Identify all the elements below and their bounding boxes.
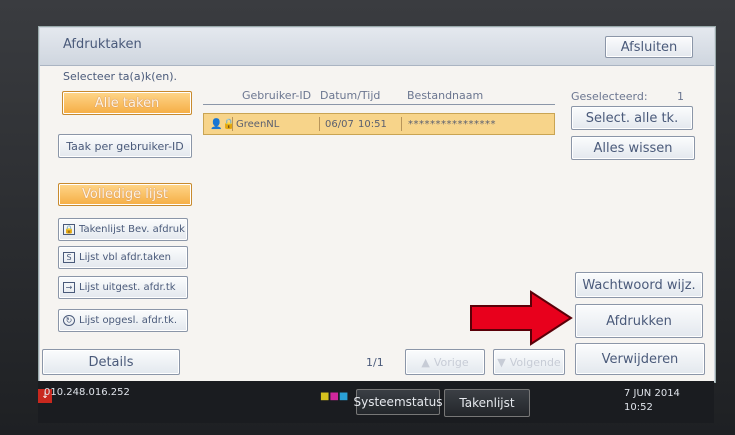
delayed-print-label: Lijst uitgest. afdr.tk — [79, 282, 176, 293]
page-indicator: 1/1 — [366, 356, 384, 369]
cell-date: 06/07 — [325, 119, 354, 130]
cell-divider — [319, 117, 320, 131]
full-list-button[interactable]: Volledige lijst — [58, 183, 192, 206]
clear-all-button[interactable]: Alles wissen — [571, 136, 695, 160]
window-title: Afdruktaken — [63, 37, 142, 52]
system-status-button[interactable]: Systeemstatus — [354, 389, 443, 415]
column-header-datetime: Datum/Tijd — [320, 89, 381, 102]
touch-screen: Afdruktaken Afsluiten Selecteer ta(a)k(e… — [38, 26, 716, 383]
triangle-down-icon: ▼ — [497, 355, 506, 369]
table-row[interactable]: 👤🔒 GreenNL 06/07 10:51 **************** — [203, 113, 555, 135]
details-button[interactable]: Details — [42, 349, 180, 375]
per-user-button[interactable]: Taak per gebruiker-ID — [58, 134, 192, 158]
change-password-button[interactable]: Wachtwoord wijz. — [575, 272, 703, 298]
secure-print-list-button[interactable]: 🔒 Takenlijst Bev. afdruk — [58, 218, 188, 241]
selected-label: Geselecteerd: — [571, 90, 648, 103]
stored-print-label: Lijst opgesl. afdr.tk. — [79, 315, 178, 326]
hold-print-label: Lijst vbl afdr.taken — [79, 252, 172, 263]
job-list-button[interactable]: Takenlijst — [444, 389, 530, 417]
selected-count: 1 — [677, 90, 684, 103]
status-date: 7 JUN 2014 — [624, 388, 680, 399]
delayed-print-list-button[interactable]: → Lijst uitgest. afdr.tk — [58, 276, 188, 299]
prev-page-label: Vorige — [433, 355, 469, 369]
cell-divider — [401, 117, 402, 131]
status-bar: ↓ 010.248.016.252 ■■■ Systeemstatus Take… — [38, 381, 714, 423]
triangle-up-icon: ▲ — [421, 355, 430, 369]
stored-print-list-button[interactable]: ↻ Lijst opgesl. afdr.tk. — [58, 309, 188, 332]
print-button[interactable]: Afdrukken — [575, 304, 703, 338]
hold-icon: S — [63, 252, 75, 263]
status-time: 10:52 — [624, 402, 653, 413]
column-header-user: Gebruiker-ID — [242, 89, 312, 102]
cell-user: GreenNL — [236, 119, 280, 130]
cell-filename: **************** — [408, 119, 496, 130]
cell-divider — [232, 117, 233, 131]
cell-time: 10:51 — [358, 119, 387, 130]
next-page-label: Volgende — [509, 355, 561, 369]
lock-icon: 🔒 — [63, 224, 75, 235]
delete-button[interactable]: Verwijderen — [575, 343, 705, 375]
prev-page-button[interactable]: ▲ Vorige — [405, 349, 485, 375]
prompt-text: Selecteer ta(a)k(en). — [63, 70, 178, 83]
red-arrow-annotation — [470, 290, 573, 346]
toner-levels-icon: ■■■ — [320, 391, 349, 402]
all-jobs-button[interactable]: Alle taken — [62, 91, 192, 115]
ip-address: 010.248.016.252 — [44, 387, 130, 398]
stored-icon: ↻ — [63, 315, 75, 326]
delayed-icon: → — [63, 282, 75, 293]
select-all-button[interactable]: Select. alle tk. — [571, 106, 693, 130]
secure-print-label: Takenlijst Bev. afdruk — [79, 224, 185, 235]
table-header-divider — [203, 104, 555, 105]
close-button[interactable]: Afsluiten — [605, 36, 693, 58]
next-page-button[interactable]: ▼ Volgende — [493, 349, 565, 375]
column-header-filename: Bestandnaam — [407, 89, 484, 102]
hold-print-list-button[interactable]: S Lijst vbl afdr.taken — [58, 246, 188, 269]
title-bar: Afdruktaken Afsluiten — [39, 27, 715, 66]
